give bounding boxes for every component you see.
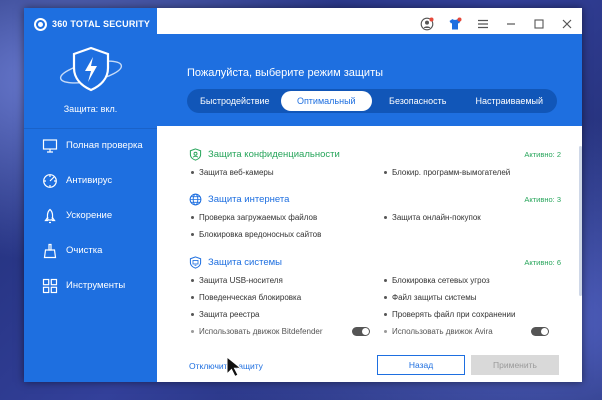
mode-selector: Быстродействие Оптимальный Безопасность … xyxy=(187,89,557,113)
internet-section: Защита интернета Активно: 3 Проверка заг… xyxy=(189,191,561,243)
minimize-button[interactable] xyxy=(504,17,518,31)
section-active-count: Активно: 2 xyxy=(524,149,561,159)
globe-icon xyxy=(189,193,202,205)
mouse-cursor-icon xyxy=(226,356,243,378)
section-title: Защита системы xyxy=(208,256,283,268)
menu-button[interactable] xyxy=(476,17,490,31)
list-item: Блокир. программ-вымогателей xyxy=(382,164,561,181)
list-item: Защита USB-носителя xyxy=(189,272,382,289)
section-title: Защита конфиденциальности xyxy=(208,148,340,160)
skin-button[interactable] xyxy=(448,17,462,31)
user-icon xyxy=(420,17,434,31)
sidebar-item-full-scan[interactable]: Полная проверка xyxy=(24,128,157,163)
back-button[interactable]: Назад xyxy=(377,355,465,375)
sidebar-item-tools[interactable]: Инструменты xyxy=(24,268,157,303)
protection-status-text: Защита: вкл. xyxy=(63,104,118,114)
rocket-icon xyxy=(44,208,56,223)
close-icon xyxy=(562,19,572,29)
brand-logo-icon xyxy=(34,17,47,31)
list-item: Защита реестра xyxy=(189,306,382,323)
maximize-button[interactable] xyxy=(532,17,546,31)
list-item: Проверка загружаемых файлов xyxy=(189,209,382,226)
mode-security[interactable]: Безопасность xyxy=(372,91,464,111)
sidebar-item-label: Полная проверка xyxy=(66,140,143,151)
apply-button[interactable]: Применить xyxy=(471,355,559,375)
minimize-icon xyxy=(507,23,515,25)
scrollbar[interactable] xyxy=(579,146,582,296)
brand: 360 TOTAL SECURITY xyxy=(34,16,150,32)
radar-icon xyxy=(43,173,57,188)
protection-settings: Защита конфиденциальности Активно: 2 Защ… xyxy=(157,126,582,382)
bitdefender-toggle[interactable] xyxy=(352,327,370,336)
grid-icon xyxy=(42,278,58,293)
system-section: Защита системы Активно: 6 Защита USB-нос… xyxy=(189,254,561,340)
mode-optimal[interactable]: Оптимальный xyxy=(280,91,372,111)
section-header[interactable]: Защита конфиденциальности Активно: 2 xyxy=(189,146,561,162)
avira-toggle[interactable] xyxy=(531,327,549,336)
mode-header: Пожалуйста, выберите режим защиты Быстро… xyxy=(157,34,582,126)
sidebar-item-label: Очистка xyxy=(66,245,103,256)
list-item: Блокировка вредоносных сайтов xyxy=(189,226,382,243)
list-item: Защита онлайн-покупок xyxy=(382,209,561,226)
mode-performance[interactable]: Быстродействие xyxy=(189,91,281,111)
broom-icon xyxy=(43,243,57,258)
hamburger-icon xyxy=(478,19,488,29)
mode-custom[interactable]: Настраиваемый xyxy=(464,91,556,111)
privacy-section: Защита конфиденциальности Активно: 2 Защ… xyxy=(189,146,561,181)
brand-name: 360 TOTAL SECURITY xyxy=(52,19,151,29)
account-button[interactable] xyxy=(420,17,434,31)
section-active-count: Активно: 3 xyxy=(524,194,561,204)
engine-avira-row: Использовать движок Avira xyxy=(382,323,561,340)
section-header[interactable]: Защита интернета Активно: 3 xyxy=(189,191,561,207)
list-item: Проверять файл при сохранении xyxy=(382,306,561,323)
page-title: Пожалуйста, выберите режим защиты xyxy=(187,67,384,79)
sidebar-item-label: Инструменты xyxy=(66,280,126,291)
section-title: Защита интернета xyxy=(208,193,290,205)
maximize-icon xyxy=(534,19,544,29)
list-item: Защита веб-камеры xyxy=(189,164,382,181)
app-window: 360 TOTAL SECURITY Защита: вкл. Полная п… xyxy=(24,8,582,382)
section-active-count: Активно: 6 xyxy=(524,257,561,267)
sidebar: 360 TOTAL SECURITY Защита: вкл. Полная п… xyxy=(24,8,157,382)
section-header[interactable]: Защита системы Активно: 6 xyxy=(189,254,561,270)
list-item: Блокировка сетевых угроз xyxy=(382,272,561,289)
sidebar-item-label: Антивирус xyxy=(66,175,113,186)
close-button[interactable] xyxy=(560,17,574,31)
tshirt-icon xyxy=(449,17,462,30)
protection-status-area[interactable]: Защита: вкл. xyxy=(24,42,157,127)
window-controls xyxy=(420,14,574,34)
shield-icon xyxy=(59,46,122,92)
sidebar-item-speedup[interactable]: Ускорение xyxy=(24,198,157,233)
system-shield-icon xyxy=(189,255,202,269)
list-item: Поведенческая блокировка xyxy=(189,289,382,306)
sidebar-item-label: Ускорение xyxy=(66,210,113,221)
sidebar-item-antivirus[interactable]: Антивирус xyxy=(24,163,157,198)
sidebar-nav: Полная проверка Антивирус Ускорение Очис… xyxy=(24,128,157,303)
sidebar-item-cleanup[interactable]: Очистка xyxy=(24,233,157,268)
monitor-icon xyxy=(42,138,58,153)
privacy-shield-icon xyxy=(189,147,202,161)
list-item: Файл защиты системы xyxy=(382,289,561,306)
engine-bitdefender-row: Использовать движок Bitdefender xyxy=(189,323,382,340)
